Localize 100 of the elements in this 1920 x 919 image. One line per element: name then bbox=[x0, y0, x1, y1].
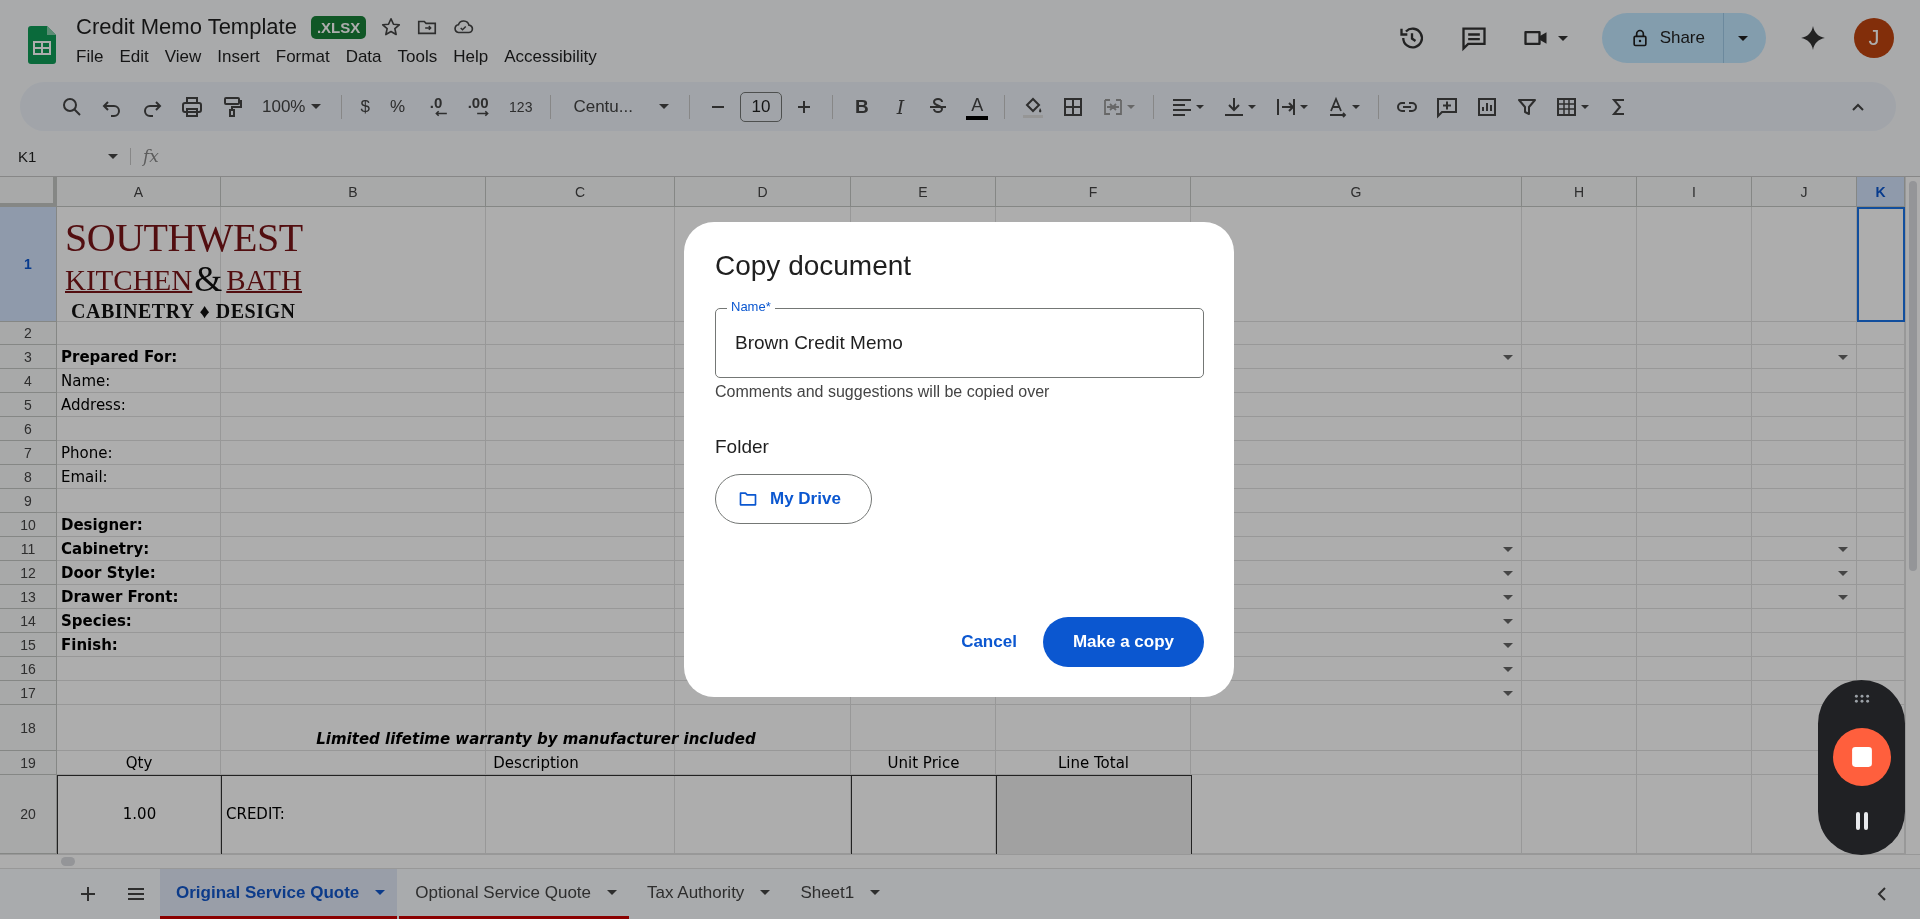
row-header[interactable]: 17 bbox=[0, 681, 57, 705]
dropdown-caret-icon[interactable] bbox=[1838, 546, 1848, 552]
column-header[interactable]: C bbox=[486, 177, 675, 207]
row-header[interactable]: 12 bbox=[0, 561, 57, 585]
company-logo: SOUTHWEST KITCHEN&BATH CABINETRY ♦ DESIGN bbox=[64, 214, 304, 324]
column-header[interactable]: G bbox=[1191, 177, 1522, 207]
right-arrow-icon bbox=[477, 110, 490, 117]
sparkle-icon[interactable] bbox=[1800, 25, 1826, 51]
row-header[interactable]: 5 bbox=[0, 393, 57, 417]
menu-item[interactable]: Data bbox=[339, 45, 392, 69]
row-header[interactable]: 8 bbox=[0, 465, 57, 489]
increase-decimal-button[interactable]: .00 bbox=[459, 94, 498, 119]
row-header[interactable]: 7 bbox=[0, 441, 57, 465]
helper-text: Comments and suggestions will be copied over bbox=[715, 383, 1051, 401]
dropdown-caret-icon[interactable] bbox=[1503, 642, 1513, 648]
font-size-field[interactable]: 10 bbox=[740, 91, 782, 122]
decrease-decimal-button[interactable]: .0 bbox=[417, 94, 456, 119]
drag-handle-icon[interactable] bbox=[1853, 694, 1870, 703]
row-header[interactable]: 15 bbox=[0, 633, 57, 657]
column-header[interactable]: B bbox=[221, 177, 486, 207]
zoom-dropdown[interactable]: 100% bbox=[254, 90, 332, 123]
dropdown-caret-icon[interactable] bbox=[1503, 354, 1513, 360]
currency-format-button[interactable]: $ bbox=[352, 90, 378, 123]
dropdown-caret-icon[interactable] bbox=[1503, 594, 1513, 600]
make-copy-button[interactable]: Make a copy bbox=[1042, 617, 1204, 667]
row-header[interactable]: 19 bbox=[0, 751, 57, 775]
cell-text: Phone: bbox=[61, 444, 113, 462]
cell-text: Prepared For: bbox=[61, 348, 178, 366]
sheet-tab[interactable]: Optional Service Quote bbox=[399, 869, 630, 919]
column-header[interactable]: F bbox=[996, 177, 1191, 207]
row-header[interactable]: 13 bbox=[0, 585, 57, 609]
row-header[interactable]: 10 bbox=[0, 513, 57, 537]
cancel-button[interactable]: Cancel bbox=[959, 624, 1019, 660]
row-header[interactable]: 9 bbox=[0, 489, 57, 513]
cell-text: Limited lifetime warranty by manufacturer included bbox=[316, 730, 756, 748]
menu-item[interactable]: Edit bbox=[113, 45, 159, 69]
menu-item[interactable]: Format bbox=[269, 45, 340, 69]
row-header[interactable]: 16 bbox=[0, 657, 57, 681]
row-header[interactable]: 2 bbox=[0, 322, 57, 345]
cell-text: Unit Price bbox=[887, 754, 960, 772]
sheets-logo-icon[interactable] bbox=[28, 26, 56, 64]
folder-heading: Folder bbox=[715, 436, 770, 458]
row-header[interactable]: 6 bbox=[0, 417, 57, 441]
dropdown-caret-icon[interactable] bbox=[1503, 618, 1513, 624]
font-dropdown[interactable]: Centu... bbox=[561, 90, 679, 123]
share-button[interactable]: Share bbox=[1601, 13, 1724, 63]
cell-text: Line Total bbox=[1057, 754, 1130, 772]
document-title[interactable]: Credit Memo Template bbox=[76, 14, 297, 40]
star-icon[interactable] bbox=[380, 16, 403, 38]
column-header[interactable]: I bbox=[1637, 177, 1752, 207]
menu-item[interactable]: Help bbox=[447, 45, 499, 69]
column-header[interactable]: J bbox=[1752, 177, 1857, 207]
dialog-title: Copy document bbox=[715, 250, 913, 282]
sheet-tab[interactable]: Original Service Quote bbox=[160, 869, 398, 919]
caret-icon bbox=[375, 890, 386, 895]
dropdown-caret-icon[interactable] bbox=[1503, 570, 1513, 576]
caret-icon bbox=[659, 104, 669, 109]
caret-icon[interactable] bbox=[1557, 35, 1568, 41]
dropdown-caret-icon[interactable] bbox=[1838, 594, 1848, 600]
row-header[interactable]: 4 bbox=[0, 369, 57, 393]
column-header[interactable]: A bbox=[57, 177, 221, 207]
pause-icon[interactable] bbox=[1854, 811, 1869, 831]
caret-icon bbox=[108, 153, 118, 159]
vertical-scrollbar[interactable] bbox=[1905, 177, 1920, 854]
menu-item[interactable]: File bbox=[70, 45, 114, 69]
dropdown-caret-icon[interactable] bbox=[1838, 570, 1848, 576]
dropdown-caret-icon[interactable] bbox=[1503, 690, 1513, 696]
sheet-tab[interactable]: Sheet1 bbox=[784, 869, 893, 919]
percent-format-button[interactable]: % bbox=[381, 90, 414, 123]
row-header[interactable]: 1 bbox=[0, 207, 57, 322]
dropdown-caret-icon[interactable] bbox=[1503, 546, 1513, 552]
column-header[interactable]: D bbox=[675, 177, 851, 207]
stop-recording-button[interactable] bbox=[1832, 728, 1891, 786]
menu-item[interactable]: Accessibility bbox=[498, 45, 607, 69]
folder-button[interactable]: My Drive bbox=[715, 474, 872, 524]
row-header[interactable]: 20 bbox=[0, 775, 57, 854]
menu-item[interactable]: Insert bbox=[211, 45, 270, 69]
row-header[interactable]: 18 bbox=[0, 705, 57, 751]
dropdown-caret-icon[interactable] bbox=[1503, 666, 1513, 672]
name-box[interactable]: K1 bbox=[0, 147, 131, 165]
cell-text: Name: bbox=[61, 372, 111, 390]
menu-item[interactable]: View bbox=[158, 45, 212, 69]
cell-text: Qty bbox=[125, 754, 153, 772]
column-header[interactable]: H bbox=[1522, 177, 1637, 207]
row-header[interactable]: 3 bbox=[0, 345, 57, 369]
text-color-button[interactable]: A bbox=[966, 93, 989, 120]
function-label: fx bbox=[143, 146, 159, 166]
user-avatar[interactable]: J bbox=[1854, 18, 1894, 58]
row-header[interactable]: 14 bbox=[0, 609, 57, 633]
number-format-button[interactable]: 123 bbox=[501, 92, 541, 121]
bold-button[interactable]: B bbox=[843, 89, 881, 124]
column-header[interactable]: K bbox=[1857, 177, 1905, 207]
menu-item[interactable]: Tools bbox=[391, 45, 448, 69]
sheet-tab[interactable]: Tax Authority bbox=[631, 869, 783, 919]
cell-text: Drawer Front: bbox=[61, 588, 179, 606]
horizontal-scrollbar[interactable] bbox=[61, 857, 75, 866]
row-header[interactable]: 11 bbox=[0, 537, 57, 561]
dropdown-caret-icon[interactable] bbox=[1838, 354, 1848, 360]
italic-button[interactable]: I bbox=[884, 89, 917, 124]
column-header[interactable]: E bbox=[851, 177, 996, 207]
